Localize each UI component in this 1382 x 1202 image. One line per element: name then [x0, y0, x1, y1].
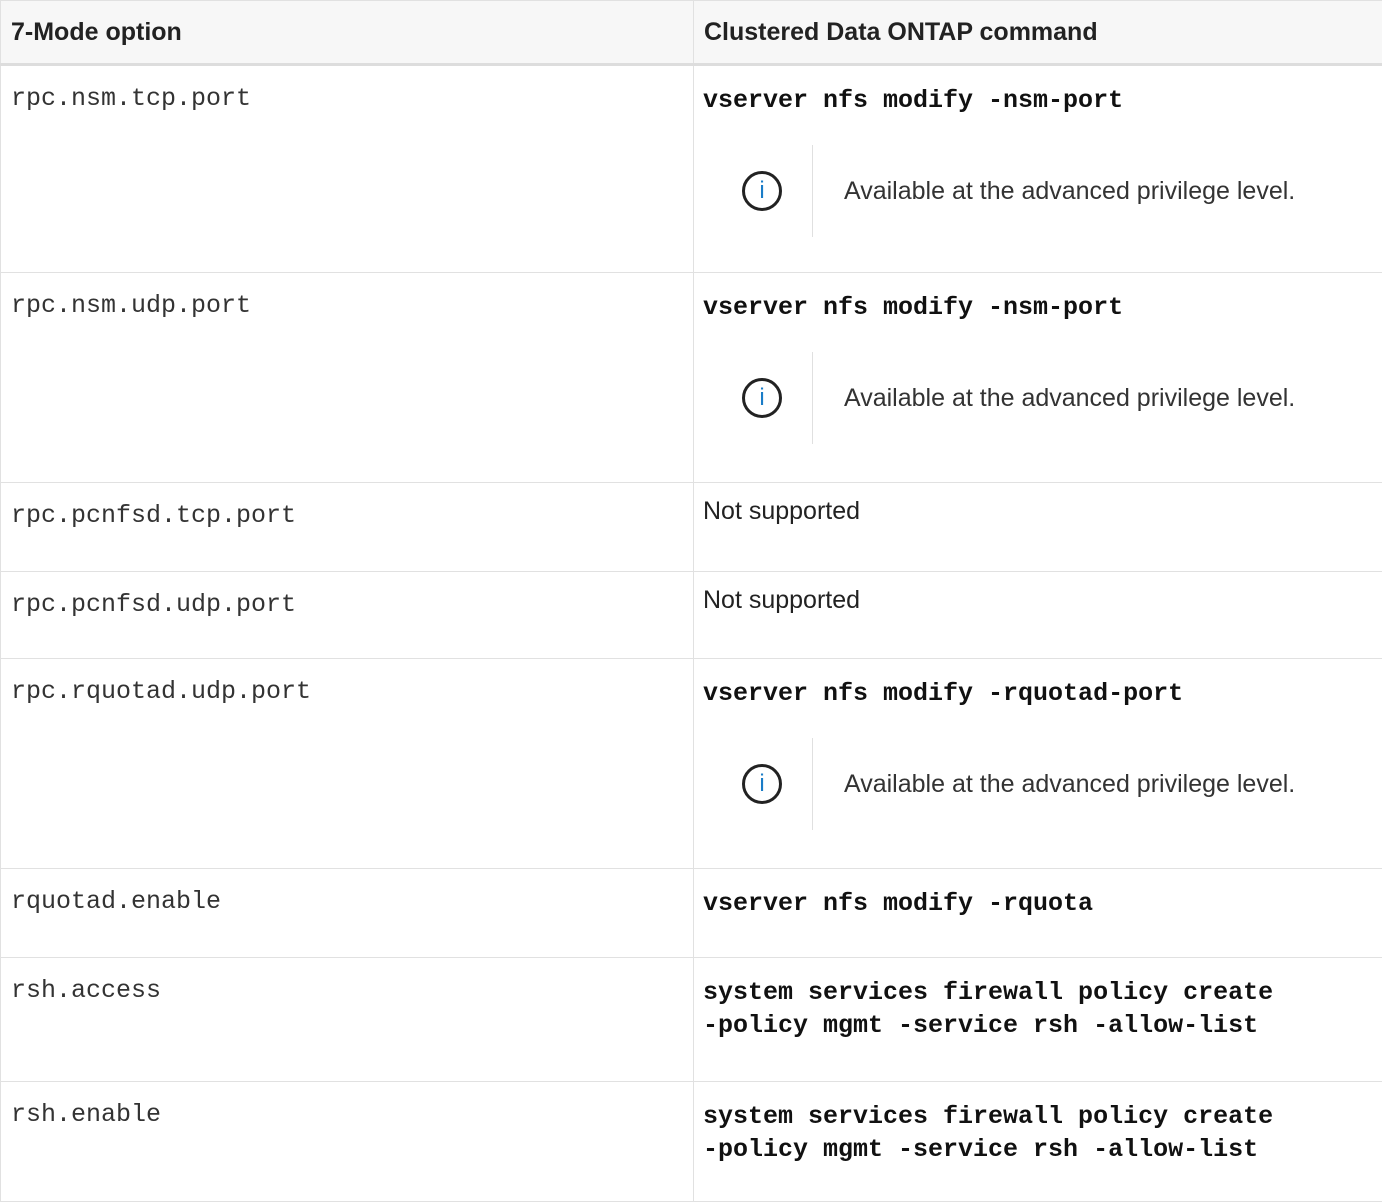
command-cell: vserver nfs modify -rquota: [694, 869, 1382, 958]
table-row: rsh.access system services firewall poli…: [1, 958, 1382, 1082]
note-text: Available at the advanced privilege leve…: [813, 382, 1314, 415]
option-cell: rsh.enable: [1, 1082, 694, 1202]
table-row: rpc.pcnfsd.tcp.port Not supported: [1, 483, 1382, 572]
command-cell: vserver nfs modify -rquotad-port i Avail…: [694, 659, 1382, 869]
admonition-note: i Available at the advanced privilege le…: [703, 352, 1382, 444]
info-icon: i: [742, 378, 782, 418]
command-text: system services firewall policy create -…: [703, 1100, 1382, 1166]
table-row: rpc.nsm.tcp.port vserver nfs modify -nsm…: [1, 65, 1382, 273]
option-cell: rpc.nsm.udp.port: [1, 273, 694, 483]
table-header-row: 7-Mode option Clustered Data ONTAP comma…: [1, 1, 1382, 65]
note-text: Available at the advanced privilege leve…: [813, 768, 1314, 801]
table-row: rquotad.enable vserver nfs modify -rquot…: [1, 869, 1382, 958]
option-cell: rpc.nsm.tcp.port: [1, 65, 694, 273]
option-cell: rsh.access: [1, 958, 694, 1082]
header-7mode-option: 7-Mode option: [1, 1, 694, 65]
option-cell: rquotad.enable: [1, 869, 694, 958]
option-cell: rpc.pcnfsd.udp.port: [1, 572, 694, 659]
options-mapping-table: 7-Mode option Clustered Data ONTAP comma…: [0, 0, 1382, 1202]
info-icon: i: [742, 171, 782, 211]
command-cell: Not supported: [694, 483, 1382, 572]
command-text: system services firewall policy create -…: [703, 976, 1382, 1042]
command-text: vserver nfs modify -rquotad-port: [703, 677, 1382, 710]
command-cell: vserver nfs modify -nsm-port i Available…: [694, 273, 1382, 483]
command-cell: system services firewall policy create -…: [694, 958, 1382, 1082]
admonition-note: i Available at the advanced privilege le…: [703, 145, 1382, 237]
note-text: Available at the advanced privilege leve…: [813, 175, 1314, 208]
table-row: rsh.enable system services firewall poli…: [1, 1082, 1382, 1202]
not-supported-text: Not supported: [703, 496, 1382, 526]
command-text: vserver nfs modify -rquota: [703, 887, 1382, 920]
command-cell: system services firewall policy create -…: [694, 1082, 1382, 1202]
info-icon: i: [742, 764, 782, 804]
option-cell: rpc.rquotad.udp.port: [1, 659, 694, 869]
table-row: rpc.pcnfsd.udp.port Not supported: [1, 572, 1382, 659]
command-text: vserver nfs modify -nsm-port: [703, 291, 1382, 324]
header-clustered-command: Clustered Data ONTAP command: [694, 1, 1382, 65]
option-cell: rpc.pcnfsd.tcp.port: [1, 483, 694, 572]
table-row: rpc.nsm.udp.port vserver nfs modify -nsm…: [1, 273, 1382, 483]
command-cell: vserver nfs modify -nsm-port i Available…: [694, 65, 1382, 273]
admonition-note: i Available at the advanced privilege le…: [703, 738, 1382, 830]
command-cell: Not supported: [694, 572, 1382, 659]
not-supported-text: Not supported: [703, 585, 1382, 615]
command-text: vserver nfs modify -nsm-port: [703, 84, 1382, 117]
table-row: rpc.rquotad.udp.port vserver nfs modify …: [1, 659, 1382, 869]
